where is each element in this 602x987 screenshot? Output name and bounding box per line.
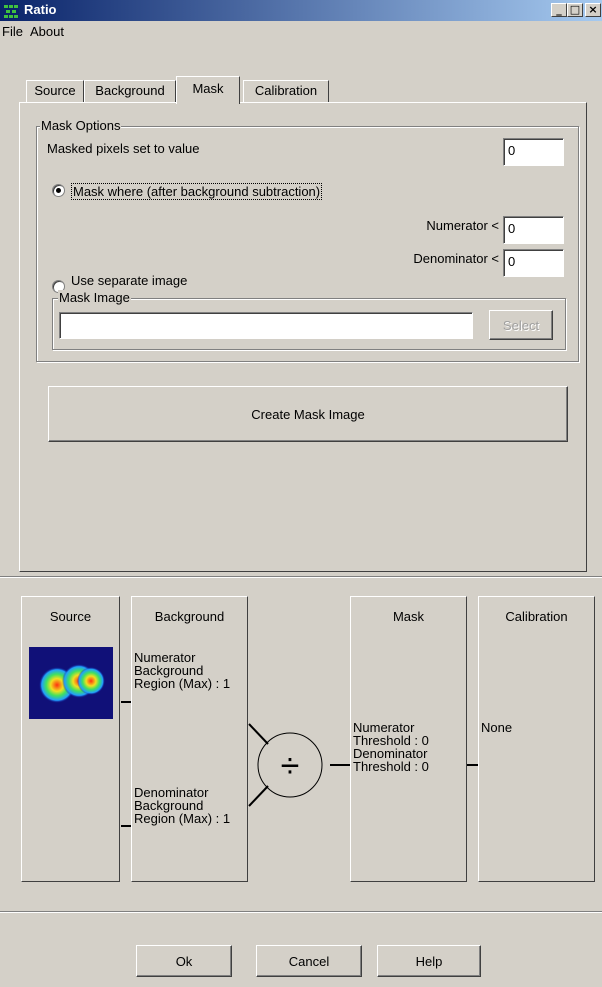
masked-pixels-field[interactable]: 0	[503, 138, 564, 166]
workflow-calibration-title: Calibration	[505, 609, 568, 624]
tab-source[interactable]: Source	[26, 80, 84, 102]
maximize-button[interactable]: □	[567, 3, 583, 17]
window-title: Ratio	[24, 2, 57, 17]
help-button[interactable]: Help	[377, 945, 481, 977]
close-button[interactable]: ×	[585, 3, 601, 17]
separator-top	[0, 576, 602, 578]
menu-bar: File About	[0, 21, 602, 41]
mask-where-radio[interactable]	[52, 184, 65, 197]
use-separate-label[interactable]: Use separate image	[71, 273, 187, 288]
denominator-field[interactable]: 0	[503, 249, 564, 277]
select-button[interactable]: Select	[489, 310, 553, 340]
menu-about[interactable]: About	[30, 24, 64, 39]
ok-button[interactable]: Ok	[136, 945, 232, 977]
mask-where-label[interactable]: Mask where (after background subtraction…	[71, 183, 323, 200]
menu-file[interactable]: File	[2, 24, 23, 39]
mask-image-path-field[interactable]	[59, 312, 473, 339]
mask-threshold-text: Numerator Threshold : 0 Denominator Thre…	[353, 721, 429, 773]
numerator-field[interactable]: 0	[503, 216, 564, 244]
title-bar[interactable]: Ratio _ □ ×	[0, 0, 602, 21]
workflow-mask-box[interactable]: Mask Numerator Threshold : 0 Denominator…	[350, 596, 467, 882]
mask-options-label: Mask Options	[40, 118, 122, 133]
tab-mask[interactable]: Mask	[176, 76, 240, 104]
cancel-button[interactable]: Cancel	[256, 945, 362, 977]
text-line: Threshold : 0	[353, 759, 429, 774]
mask-image-group-label: Mask Image	[58, 290, 131, 305]
minimize-button[interactable]: _	[551, 3, 567, 17]
tab-background[interactable]: Background	[84, 80, 176, 102]
create-mask-image-button[interactable]: Create Mask Image	[48, 386, 568, 442]
workflow-mask-title: Mask	[392, 609, 425, 624]
numerator-label: Numerator <	[426, 218, 499, 233]
calibration-text: None	[481, 720, 513, 735]
separator-bottom	[0, 911, 602, 913]
tab-calibration[interactable]: Calibration	[243, 80, 329, 102]
workflow-calibration-box[interactable]: Calibration None	[478, 596, 595, 882]
divide-icon: ÷	[280, 747, 300, 785]
masked-pixels-label: Masked pixels set to value	[47, 141, 200, 156]
app-icon	[3, 3, 19, 19]
radio-dot	[56, 188, 61, 193]
denominator-label: Denominator <	[413, 251, 499, 266]
